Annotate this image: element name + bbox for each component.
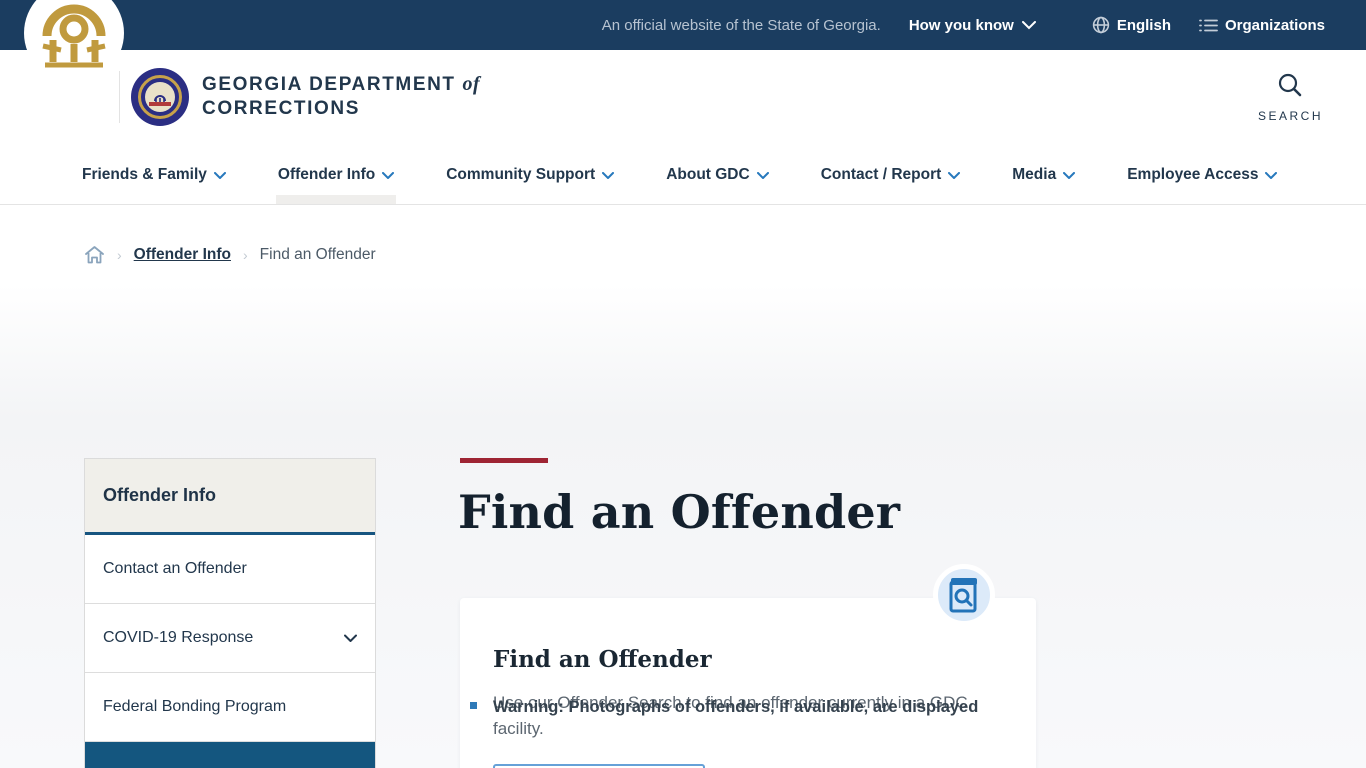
agency-name-line1: GEORGIA DEPARTMENT xyxy=(202,74,456,95)
warning-list-item: Warning: Photographs of offenders, if av… xyxy=(470,695,1050,719)
breadcrumb-link-offender-info[interactable]: Offender Info xyxy=(134,246,231,264)
page-title: Find an Offender xyxy=(458,485,901,539)
bullet-square-icon xyxy=(470,702,477,709)
breadcrumb-current: Find an Offender xyxy=(259,246,376,263)
title-accent-bar xyxy=(460,458,548,463)
how-you-know-toggle[interactable]: How you know xyxy=(909,17,1036,34)
chevron-down-icon xyxy=(213,171,226,179)
home-icon[interactable] xyxy=(84,245,105,265)
nav-item-about-gdc[interactable]: About GDC xyxy=(666,145,769,204)
warning-text: Warning: Photographs of offenders, if av… xyxy=(493,698,979,716)
agency-name-line2: CORRECTIONS xyxy=(202,98,360,119)
sidebar-item-federal-bonding-program[interactable]: Federal Bonding Program xyxy=(85,673,375,742)
gdc-seal-logo xyxy=(131,68,189,126)
agency-name[interactable]: GEORGIA DEPARTMENT of CORRECTIONS xyxy=(202,72,480,121)
search-now-button[interactable]: SEARCH NOW → xyxy=(493,764,705,768)
official-website-message: An official website of the State of Geor… xyxy=(601,16,881,34)
breadcrumb-separator: › xyxy=(117,247,122,263)
how-you-know-label: How you know xyxy=(908,16,1014,34)
page-content: › Offender Info › Find an Offender Offen… xyxy=(0,205,1366,768)
nav-active-indicator xyxy=(275,195,397,204)
chevron-down-icon xyxy=(602,171,615,179)
sidebar-item-contact-an-offender[interactable]: Contact an Offender xyxy=(85,535,375,604)
main-navigation: Friends & Family Offender Info Community… xyxy=(0,145,1366,205)
nav-item-community-support[interactable]: Community Support xyxy=(446,145,615,204)
breadcrumb: › Offender Info › Find an Offender xyxy=(84,245,376,265)
document-search-icon xyxy=(933,564,995,626)
agency-name-of: of xyxy=(462,73,481,95)
sidebar-title: Offender Info xyxy=(85,459,375,535)
breadcrumb-separator: › xyxy=(242,247,248,263)
site-header: GEORGIA DEPARTMENT of CORRECTIONS SEARCH xyxy=(0,0,1366,145)
list-icon xyxy=(1199,18,1218,33)
chevron-down-icon xyxy=(1265,171,1278,179)
official-state-bar: An official website of the State of Geor… xyxy=(0,0,1366,50)
chevron-down-icon xyxy=(1063,171,1076,179)
language-label: English xyxy=(1116,16,1171,34)
nav-item-offender-info[interactable]: Offender Info xyxy=(275,145,397,204)
organizations-menu[interactable]: Organizations xyxy=(1199,17,1325,34)
nav-item-employee-access[interactable]: Employee Access xyxy=(1127,145,1278,204)
header-search-button[interactable]: SEARCH xyxy=(1258,72,1323,123)
globe-icon xyxy=(1092,16,1110,34)
header-divider xyxy=(119,71,120,123)
chevron-down-icon xyxy=(1021,20,1036,30)
search-label: SEARCH xyxy=(1257,109,1323,123)
chevron-down-icon xyxy=(948,171,961,179)
sidebar-item-covid-19-response[interactable]: COVID-19 Response xyxy=(85,604,375,673)
sidebar-offender-info: Offender Info Contact an Offender COVID-… xyxy=(84,458,376,768)
chevron-down-icon xyxy=(756,171,769,179)
search-icon xyxy=(1279,73,1302,97)
nav-item-media[interactable]: Media xyxy=(1012,145,1076,204)
language-selector[interactable]: English xyxy=(1092,16,1171,34)
card-title: Find an Offender xyxy=(493,646,712,673)
nav-item-contact-report[interactable]: Contact / Report xyxy=(821,145,961,204)
georgia-arch-logo[interactable] xyxy=(24,0,124,83)
nav-item-friends-family[interactable]: Friends & Family xyxy=(82,145,226,204)
chevron-down-icon xyxy=(344,634,357,642)
organizations-label: Organizations xyxy=(1224,16,1325,34)
find-offender-card: Find an Offender Use our Offender Search… xyxy=(460,564,1036,768)
chevron-down-icon xyxy=(382,171,395,179)
sidebar-item-find-an-offender[interactable]: Find an Offender xyxy=(85,742,375,768)
